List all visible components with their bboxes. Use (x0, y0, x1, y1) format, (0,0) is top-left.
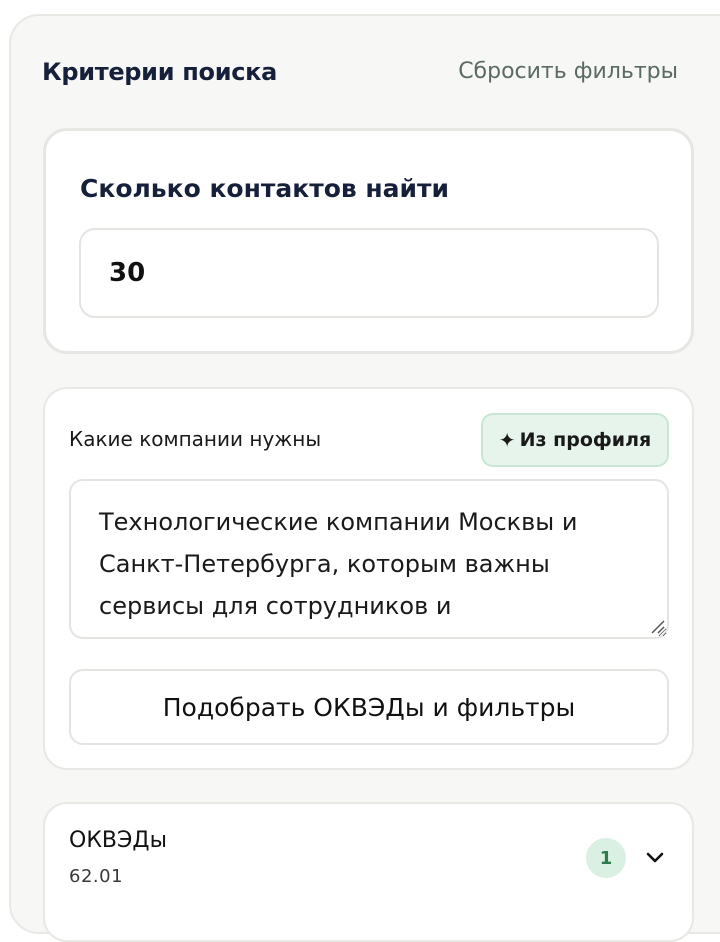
contacts-count-title: Сколько контактов найти (80, 174, 450, 203)
okved-card[interactable]: ОКВЭДы 62.01 1 (43, 802, 694, 942)
from-profile-button[interactable]: ✦ Из профиля (481, 413, 669, 467)
resize-handle-icon[interactable] (649, 618, 665, 634)
chevron-down-icon[interactable] (643, 846, 667, 870)
sparkle-icon: ✦ (498, 428, 516, 452)
contacts-count-card: Сколько контактов найти (43, 128, 694, 354)
companies-description-textarea[interactable]: Технологические компании Москвы и Санкт-… (69, 479, 669, 639)
companies-label: Какие компании нужны (69, 427, 322, 451)
okved-value: 62.01 (69, 866, 124, 887)
from-profile-label: Из профиля (519, 429, 652, 451)
companies-card: Какие компании нужны ✦ Из профиля Технол… (43, 387, 694, 770)
panel-title: Критерии поиска (42, 58, 278, 86)
match-okved-button[interactable]: Подобрать ОКВЭДы и фильтры (69, 669, 669, 745)
contacts-count-input[interactable] (79, 228, 659, 318)
reset-filters-link[interactable]: Сбросить фильтры (458, 59, 678, 84)
okved-title: ОКВЭДы (69, 828, 167, 853)
okved-count-badge: 1 (586, 838, 626, 878)
